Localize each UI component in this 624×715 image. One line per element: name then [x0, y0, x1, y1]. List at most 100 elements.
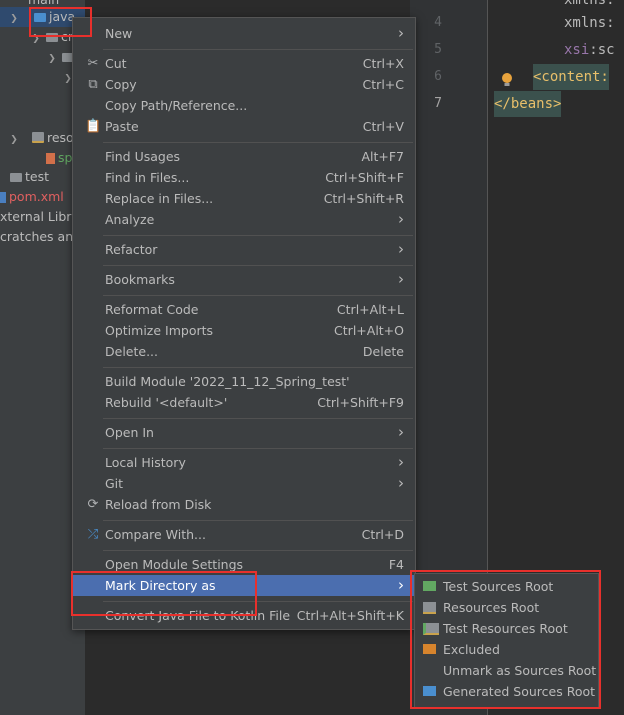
menu-item-convert-java-to-kotlin[interactable]: Convert Java File to Kotlin File Ctrl+Alt…	[73, 605, 415, 626]
menu-item-shortcut: Ctrl+Alt+Shift+K	[296, 608, 404, 623]
menu-separator	[103, 418, 413, 419]
menu-item-local-history[interactable]: Local History ›	[73, 452, 415, 473]
tree-item-pom[interactable]: pom.xml	[0, 187, 64, 207]
submenu-arrow-icon: ›	[398, 423, 404, 441]
tree-item-resources[interactable]: ❯ reso	[8, 128, 73, 150]
tree-item-label: pom.xml	[9, 189, 64, 204]
menu-item-label: Delete...	[105, 344, 158, 359]
menu-item-label: Build Module '2022_11_12_Spring_test'	[105, 374, 350, 389]
submenu-arrow-icon: ›	[398, 240, 404, 258]
submenu-item-unmark-sources-root[interactable]: Unmark as Sources Root	[415, 660, 598, 681]
code-token: :sc	[589, 42, 615, 58]
submenu-item-generated-sources-root[interactable]: Generated Sources Root	[415, 681, 598, 702]
tree-item-label: sp	[58, 150, 73, 165]
menu-item-shortcut: Ctrl+V	[362, 119, 404, 134]
menu-item-shortcut: Ctrl+Alt+O	[334, 323, 404, 338]
menu-item-label: Find in Files...	[105, 170, 190, 185]
chevron-down-icon[interactable]: ❯	[8, 9, 20, 29]
menu-item-shortcut: Ctrl+Alt+L	[336, 302, 404, 317]
menu-item-shortcut: Ctrl+D	[361, 527, 404, 542]
menu-item-delete[interactable]: Delete... Delete	[73, 341, 415, 362]
compare-icon: ⤮	[87, 527, 99, 542]
menu-item-reformat-code[interactable]: Reformat Code Ctrl+Alt+L	[73, 299, 415, 320]
menu-item-shortcut: Ctrl+X	[362, 56, 404, 71]
menu-item-label: Bookmarks	[105, 272, 175, 287]
menu-item-reload-from-disk[interactable]: ⟳ Reload from Disk	[73, 494, 415, 515]
menu-separator	[103, 49, 413, 50]
menu-item-git[interactable]: Git ›	[73, 473, 415, 494]
menu-item-label: Rebuild '<default>'	[105, 395, 228, 410]
menu-separator	[103, 520, 413, 521]
tree-item-test[interactable]: test	[10, 167, 49, 187]
menu-item-label: Local History	[105, 455, 186, 470]
menu-separator	[103, 265, 413, 266]
menu-separator	[103, 142, 413, 143]
test-sources-folder-icon	[423, 581, 436, 591]
chevron-down-icon[interactable]: ❯	[8, 130, 20, 150]
code-line: xmlns:	[564, 15, 615, 31]
menu-item-find-in-files[interactable]: Find in Files... Ctrl+Shift+F	[73, 167, 415, 188]
mark-directory-submenu: Test Sources Root Resources Root Test Re…	[414, 573, 599, 708]
menu-item-analyze[interactable]: Analyze ›	[73, 209, 415, 230]
menu-separator	[103, 601, 413, 602]
tree-item-scratches[interactable]: cratches and	[0, 227, 81, 247]
tree-item-label: test	[25, 169, 50, 184]
menu-item-optimize-imports[interactable]: Optimize Imports Ctrl+Alt+O	[73, 320, 415, 341]
resources-folder-icon	[423, 602, 436, 614]
submenu-item-resources-root[interactable]: Resources Root	[415, 597, 598, 618]
menu-item-shortcut: Ctrl+Shift+F9	[317, 395, 404, 410]
copy-icon: ⧉	[88, 77, 98, 92]
menu-item-label: Reload from Disk	[105, 497, 212, 512]
menu-item-label: Paste	[105, 119, 139, 134]
menu-item-open-in[interactable]: Open In ›	[73, 422, 415, 443]
menu-separator	[103, 295, 413, 296]
menu-item-copy-path[interactable]: Copy Path/Reference...	[73, 95, 415, 116]
package-icon	[45, 33, 58, 42]
menu-item-label: Copy Path/Reference...	[105, 98, 248, 113]
menu-item-shortcut: Ctrl+Shift+R	[323, 191, 404, 206]
menu-item-label: Reformat Code	[105, 302, 199, 317]
tree-item-label: main	[28, 0, 59, 7]
submenu-arrow-icon: ›	[398, 24, 404, 42]
menu-item-find-usages[interactable]: Find Usages Alt+F7	[73, 146, 415, 167]
lightbulb-icon[interactable]	[500, 72, 514, 88]
menu-item-compare-with[interactable]: ⤮ Compare With... Ctrl+D	[73, 524, 415, 545]
context-menu: New › ✂ Cut Ctrl+X ⧉ Copy Ctrl+C Copy Path/Re…	[72, 17, 416, 630]
submenu-item-label: Resources Root	[443, 600, 540, 615]
submenu-item-test-resources-root[interactable]: Test Resources Root	[415, 618, 598, 639]
menu-item-bookmarks[interactable]: Bookmarks ›	[73, 269, 415, 290]
menu-item-paste[interactable]: 📋 Paste Ctrl+V	[73, 116, 415, 137]
menu-item-shortcut: Ctrl+C	[362, 77, 404, 92]
menu-item-label: Copy	[105, 77, 137, 92]
submenu-item-test-sources-root[interactable]: Test Sources Root	[415, 576, 598, 597]
menu-item-open-module-settings[interactable]: Open Module Settings F4	[73, 554, 415, 575]
menu-item-label: Refactor	[105, 242, 158, 257]
menu-item-label: Convert Java File to Kotlin File	[105, 608, 291, 623]
menu-item-refactor[interactable]: Refactor ›	[73, 239, 415, 260]
menu-item-label: Replace in Files...	[105, 191, 214, 206]
menu-separator	[103, 367, 413, 368]
tree-item-label: xternal Libra	[0, 209, 80, 224]
menu-item-cut[interactable]: ✂ Cut Ctrl+X	[73, 53, 415, 74]
menu-item-label: Git	[105, 476, 124, 491]
menu-item-mark-directory-as[interactable]: Mark Directory as ›	[73, 575, 415, 596]
submenu-arrow-icon: ›	[398, 474, 404, 492]
excluded-folder-icon	[423, 644, 436, 654]
menu-item-copy[interactable]: ⧉ Copy Ctrl+C	[73, 74, 415, 95]
tree-item-package[interactable]: ❯ cr	[30, 27, 73, 47]
submenu-item-label: Generated Sources Root	[443, 684, 596, 699]
menu-item-rebuild[interactable]: Rebuild '<default>' Ctrl+Shift+F9	[73, 392, 415, 413]
resources-folder-icon	[31, 132, 44, 143]
submenu-item-excluded[interactable]: Excluded	[415, 639, 598, 660]
submenu-arrow-icon: ›	[398, 270, 404, 288]
menu-item-new[interactable]: New ›	[73, 23, 415, 44]
tree-item-label: cratches and	[0, 229, 82, 244]
menu-item-replace-in-files[interactable]: Replace in Files... Ctrl+Shift+R	[73, 188, 415, 209]
chevron-down-icon[interactable]: ❯	[30, 29, 42, 49]
tree-item-spring-xml[interactable]: sp	[46, 148, 72, 168]
menu-item-label: New	[105, 26, 133, 41]
chevron-down-icon[interactable]: ❯	[46, 49, 58, 69]
menu-item-build-module[interactable]: Build Module '2022_11_12_Spring_test'	[73, 371, 415, 392]
tree-item-external-libraries[interactable]: xternal Libra	[0, 207, 79, 227]
menu-item-shortcut: Alt+F7	[361, 149, 404, 164]
